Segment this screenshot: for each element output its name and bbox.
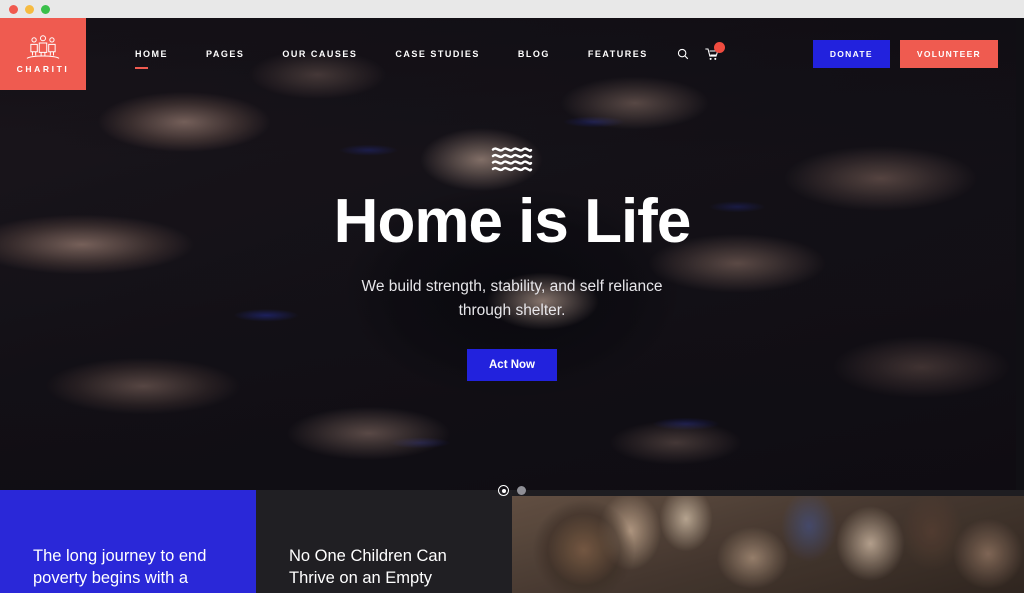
minimize-dot[interactable] (25, 4, 34, 14)
cart-icon[interactable] (704, 41, 725, 61)
hero-title: Home is Life (333, 187, 692, 257)
nav-item-our-causes[interactable]: OUR CAUSES (263, 49, 376, 59)
header-actions: DONATE VOLUNTEER (812, 18, 1024, 90)
promo-children-photo (512, 490, 1024, 593)
promo-title: The long journey to end poverty begins w… (33, 547, 207, 593)
hero-subtitle: We build strength, stability, and self r… (361, 277, 663, 320)
slider-pagination (498, 485, 526, 496)
maximize-dot[interactable] (41, 4, 50, 14)
volunteer-button[interactable]: VOLUNTEER (899, 40, 998, 68)
page-viewport: CHARITI HOME PAGES OUR CAUSES CASE STUDI… (0, 18, 1024, 593)
promo-card-poverty[interactable]: The long journey to end poverty begins w… (0, 490, 256, 593)
promo-strip: The long journey to end poverty begins w… (0, 490, 1024, 593)
close-dot[interactable] (9, 4, 18, 14)
nav-item-blog[interactable]: BLOG (499, 49, 569, 59)
logo-text: CHARITI (16, 63, 70, 74)
slider-dot-2[interactable] (517, 486, 526, 495)
act-now-button[interactable]: Act Now (467, 348, 557, 381)
cart-badge (713, 41, 725, 53)
browser-chrome (0, 0, 1024, 18)
promo-card-hunger[interactable]: No One Children Can Thrive on an Empty S… (256, 490, 512, 593)
nav-item-pages[interactable]: PAGES (187, 49, 263, 59)
nav-item-features[interactable]: FEATURES (569, 49, 667, 59)
promo-title: No One Children Can Thrive on an Empty S… (289, 547, 447, 593)
three-people-icon (26, 34, 60, 59)
wave-divider-icon (491, 147, 533, 172)
nav-item-case-studies[interactable]: CASE STUDIES (376, 49, 499, 59)
donate-button[interactable]: DONATE (812, 40, 890, 68)
nav-item-home[interactable]: HOME (116, 49, 187, 69)
site-header: CHARITI HOME PAGES OUR CAUSES CASE STUDI… (0, 18, 1024, 90)
site-logo[interactable]: CHARITI (0, 18, 86, 90)
slider-dot-1[interactable] (498, 485, 509, 496)
main-navigation: HOME PAGES OUR CAUSES CASE STUDIES BLOG … (86, 18, 813, 90)
search-icon[interactable] (677, 48, 689, 60)
